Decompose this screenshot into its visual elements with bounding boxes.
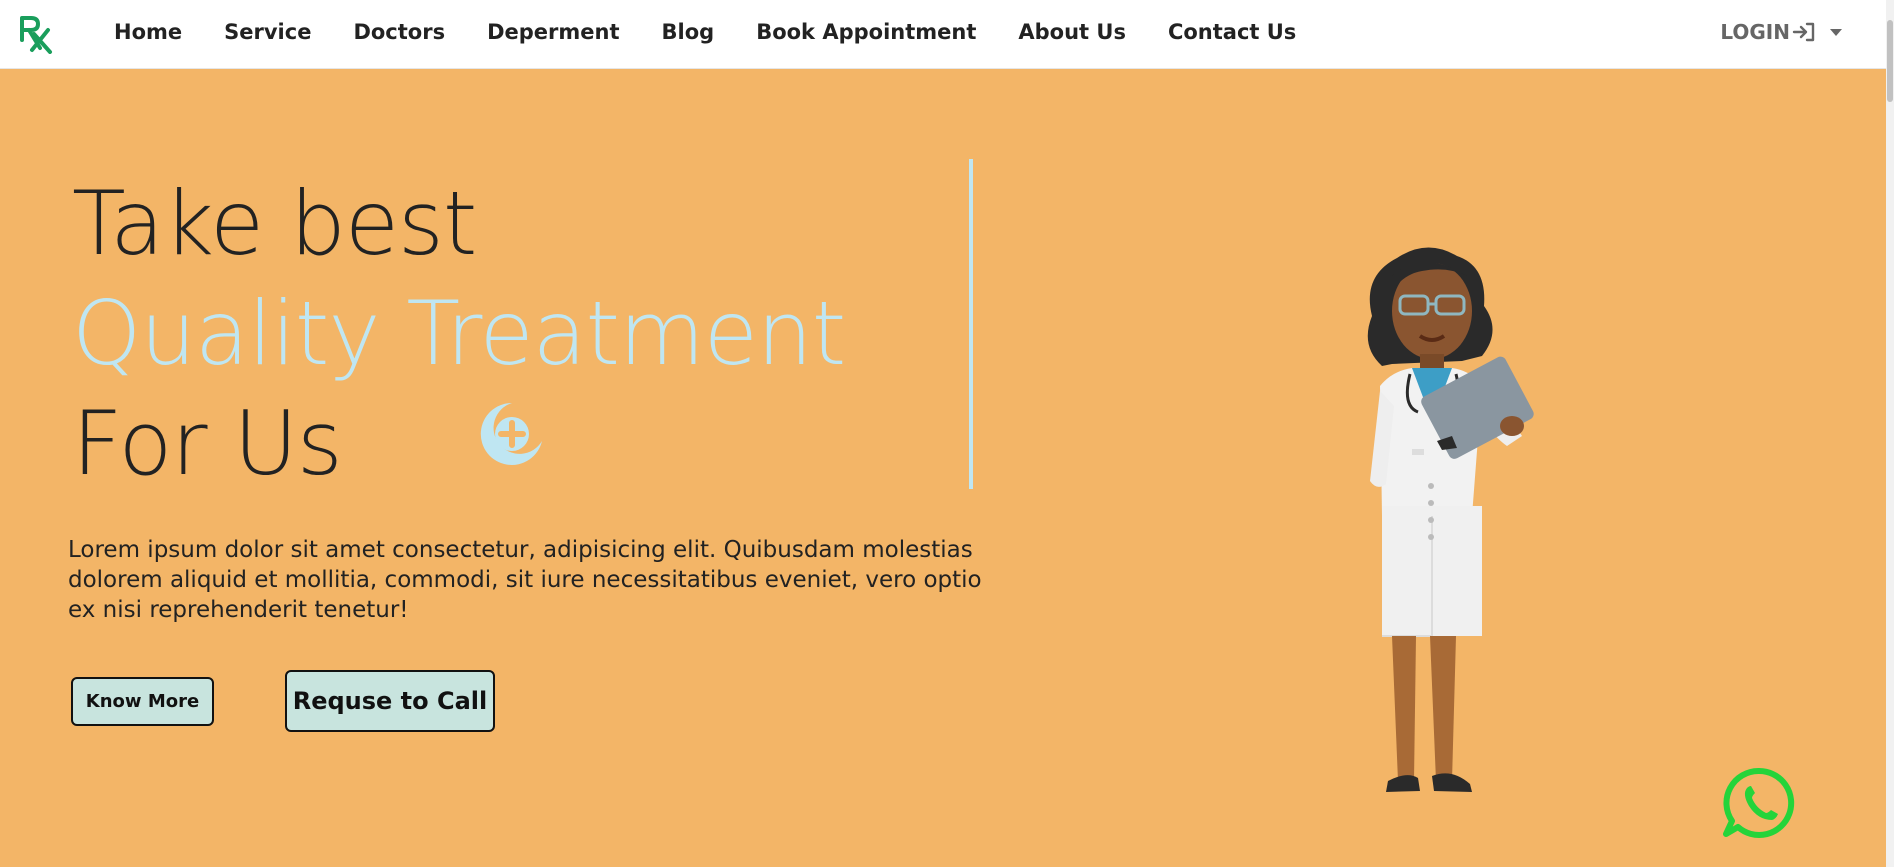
nav-about-us[interactable]: About Us — [1018, 20, 1126, 44]
nav-doctors[interactable]: Doctors — [353, 20, 445, 44]
know-more-button[interactable]: Know More — [71, 677, 214, 726]
rx-logo-icon[interactable] — [18, 14, 58, 54]
hero-description: Lorem ipsum dolor sit amet consectetur, … — [68, 537, 982, 623]
nav-contact-us[interactable]: Contact Us — [1168, 20, 1296, 44]
login-dropdown[interactable]: LOGIN — [1720, 20, 1842, 44]
page-scrollbar[interactable] — [1886, 0, 1894, 867]
nav-blog[interactable]: Blog — [662, 20, 715, 44]
headline-line-3: For Us — [72, 392, 343, 495]
medical-plus-icon — [480, 402, 542, 465]
top-navbar: Home Service Doctors Deperment Blog Book… — [0, 0, 1894, 69]
nav-service[interactable]: Service — [224, 20, 311, 44]
headline-line-1: Take best — [72, 172, 477, 275]
nav-links: Home Service Doctors Deperment Blog Book… — [114, 0, 1338, 64]
nav-deperment[interactable]: Deperment — [487, 20, 619, 44]
scrollbar-thumb[interactable] — [1887, 20, 1893, 102]
whatsapp-icon[interactable] — [1722, 766, 1796, 840]
doctor-illustration — [1367, 247, 1534, 792]
headline-line-2: Quality Treatment — [72, 282, 846, 385]
nav-home[interactable]: Home — [114, 20, 182, 44]
login-label: LOGIN — [1720, 20, 1790, 44]
hero-headline: Take best Quality Treatment For Us — [72, 169, 846, 499]
login-arrow-icon — [1792, 22, 1815, 42]
request-call-button[interactable]: Requse to Call — [285, 670, 495, 732]
vertical-divider — [969, 159, 973, 489]
nav-book-appointment[interactable]: Book Appointment — [756, 20, 976, 44]
hero-section: Take best Quality Treatment For Us Lorem… — [0, 69, 1886, 867]
caret-down-icon — [1830, 28, 1842, 36]
